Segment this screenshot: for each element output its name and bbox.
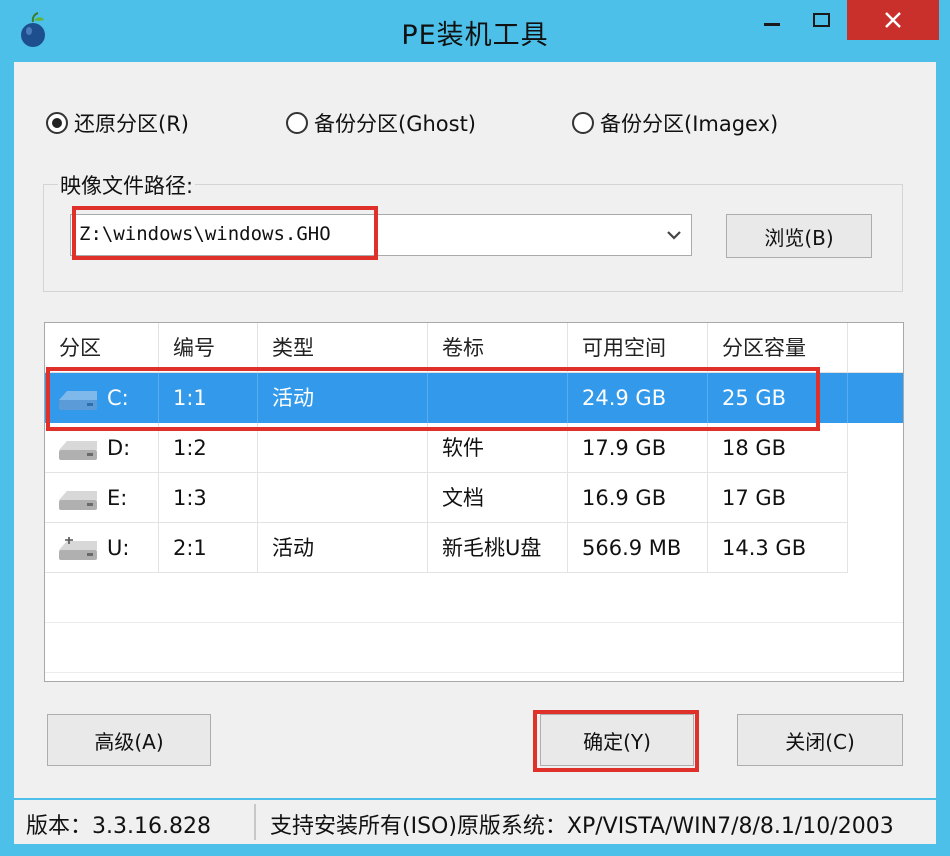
empty-row bbox=[45, 573, 903, 623]
partition-cell: E: bbox=[45, 473, 159, 523]
column-header-capacity[interactable]: 分区容量 bbox=[708, 323, 848, 373]
supported-systems-text: 支持安装所有(ISO)原版系统：XP/VISTA/WIN7/8/8.1/10/2… bbox=[270, 814, 894, 839]
radio-restore-label: 还原分区(R) bbox=[74, 112, 189, 136]
status-bar: 版本：3.3.16.828 支持安装所有(ISO)原版系统：XP/VISTA/W… bbox=[14, 800, 936, 844]
capacity-cell: 18 GB bbox=[708, 423, 848, 473]
column-header-partition[interactable]: 分区 bbox=[45, 323, 159, 373]
close-icon bbox=[885, 12, 901, 28]
column-header-label[interactable]: 卷标 bbox=[428, 323, 568, 373]
minimize-button[interactable] bbox=[752, 0, 792, 40]
capacity-cell: 14.3 GB bbox=[708, 523, 848, 573]
free-space-cell: 16.9 GB bbox=[568, 473, 708, 523]
browse-button[interactable]: 浏览(B) bbox=[726, 214, 872, 258]
free-space-cell: 17.9 GB bbox=[568, 423, 708, 473]
radio-backup-imagex-label: 备份分区(Imagex) bbox=[600, 112, 779, 136]
image-path-label: 映像文件路径: bbox=[58, 170, 196, 200]
close-window-button[interactable] bbox=[847, 0, 939, 40]
image-path-value: Z:\windows\windows.GHO bbox=[79, 223, 331, 245]
maximize-button[interactable] bbox=[800, 0, 842, 40]
drive-letter: C: bbox=[107, 386, 129, 410]
image-path-combobox[interactable]: Z:\windows\windows.GHO bbox=[70, 214, 692, 256]
type-cell bbox=[258, 423, 428, 473]
status-divider bbox=[254, 804, 256, 840]
chevron-down-icon[interactable] bbox=[665, 226, 683, 244]
empty-row bbox=[45, 623, 903, 673]
radio-unchecked-icon bbox=[286, 112, 308, 134]
column-header-free-space[interactable]: 可用空间 bbox=[568, 323, 708, 373]
radio-checked-icon bbox=[46, 112, 68, 134]
ok-button[interactable]: 确定(Y) bbox=[540, 714, 694, 766]
capacity-cell: 17 GB bbox=[708, 473, 848, 523]
drive-letter: U: bbox=[107, 536, 130, 560]
partition-cell: C: bbox=[45, 373, 159, 423]
type-cell: 活动 bbox=[258, 373, 428, 423]
column-header-number[interactable]: 编号 bbox=[159, 323, 258, 373]
radio-unchecked-icon bbox=[572, 112, 594, 134]
table-row[interactable]: U: 2:1 活动 新毛桃U盘 566.9 MB 14.3 GB bbox=[45, 523, 903, 573]
radio-backup-ghost-label: 备份分区(Ghost) bbox=[314, 112, 476, 136]
number-cell: 1:1 bbox=[159, 373, 258, 423]
hard-drive-icon bbox=[59, 441, 97, 460]
column-header-type[interactable]: 类型 bbox=[258, 323, 428, 373]
number-cell: 1:3 bbox=[159, 473, 258, 523]
partition-table: 分区 编号 类型 卷标 可用空间 分区容量 C: 1:1 活动 24.9 GB … bbox=[44, 322, 904, 682]
table-header: 分区 编号 类型 卷标 可用空间 分区容量 bbox=[45, 323, 903, 373]
volume-label-cell: 新毛桃U盘 bbox=[428, 523, 568, 573]
usb-drive-icon bbox=[59, 537, 97, 560]
partition-cell: D: bbox=[45, 423, 159, 473]
version-text: 版本：3.3.16.828 bbox=[26, 814, 211, 839]
radio-backup-ghost[interactable]: 备份分区(Ghost) bbox=[286, 108, 476, 138]
capacity-cell: 25 GB bbox=[708, 373, 848, 423]
close-button[interactable]: 关闭(C) bbox=[737, 714, 903, 766]
radio-restore[interactable]: 还原分区(R) bbox=[46, 108, 189, 138]
number-cell: 2:1 bbox=[159, 523, 258, 573]
volume-label-cell bbox=[428, 373, 568, 423]
volume-label-cell: 软件 bbox=[428, 423, 568, 473]
type-cell: 活动 bbox=[258, 523, 428, 573]
free-space-cell: 566.9 MB bbox=[568, 523, 708, 573]
table-row[interactable]: C: 1:1 活动 24.9 GB 25 GB bbox=[45, 373, 903, 423]
table-row[interactable]: D: 1:2 软件 17.9 GB 18 GB bbox=[45, 423, 903, 473]
drive-letter: D: bbox=[107, 436, 131, 460]
free-space-cell: 24.9 GB bbox=[568, 373, 708, 423]
radio-backup-imagex[interactable]: 备份分区(Imagex) bbox=[572, 108, 778, 138]
partition-cell: U: bbox=[45, 523, 159, 573]
table-row[interactable]: E: 1:3 文档 16.9 GB 17 GB bbox=[45, 473, 903, 523]
hard-drive-icon bbox=[59, 491, 97, 510]
maximize-icon bbox=[812, 13, 830, 27]
advanced-button[interactable]: 高级(A) bbox=[47, 714, 211, 766]
drive-letter: E: bbox=[107, 486, 128, 510]
hard-drive-icon bbox=[59, 391, 97, 410]
type-cell bbox=[258, 473, 428, 523]
title-bar: PE装机工具 bbox=[0, 0, 950, 62]
volume-label-cell: 文档 bbox=[428, 473, 568, 523]
number-cell: 1:2 bbox=[159, 423, 258, 473]
minimize-icon bbox=[764, 22, 780, 26]
